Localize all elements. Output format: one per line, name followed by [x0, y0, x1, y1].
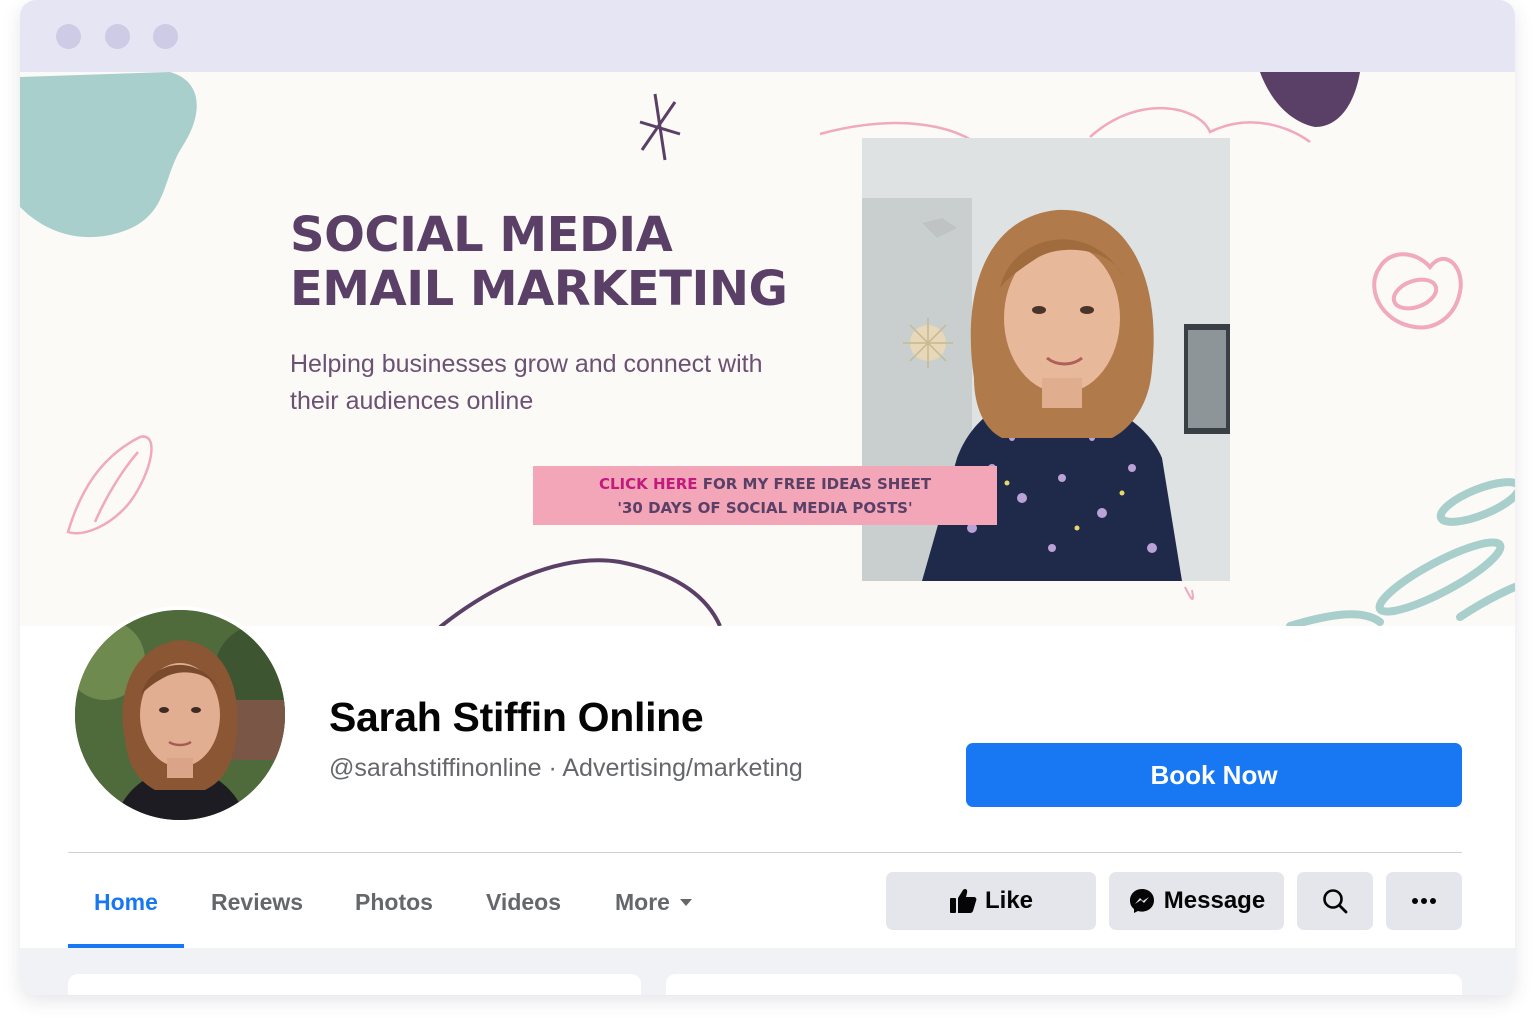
like-button[interactable]: Like: [886, 872, 1096, 930]
search-icon: [1323, 889, 1348, 914]
cta-banner[interactable]: CLICK HERE FOR MY FREE IDEAS SHEET '30 D…: [533, 466, 997, 525]
browser-window: SOCIAL MEDIA EMAIL MARKETING Helping bus…: [20, 0, 1515, 995]
profile-header: Sarah Stiffin Online @sarahstiffinonline…: [20, 606, 1515, 948]
tab-reviews-label: Reviews: [211, 889, 304, 915]
tab-videos-label: Videos: [486, 889, 561, 915]
avatar[interactable]: [71, 606, 289, 824]
message-button[interactable]: Message: [1109, 872, 1284, 930]
tab-videos[interactable]: Videos: [486, 853, 561, 948]
more-options-button[interactable]: [1386, 872, 1462, 930]
window-titlebar: [20, 0, 1515, 72]
messenger-icon: [1129, 889, 1154, 913]
tab-photos[interactable]: Photos: [355, 853, 433, 948]
page-title: Sarah Stiffin Online: [329, 694, 704, 740]
avatar-illustration: [75, 610, 285, 820]
book-now-button[interactable]: Book Now: [966, 743, 1462, 807]
cover-headline-line1: SOCIAL MEDIA: [290, 207, 673, 263]
teal-blob-shape: [20, 72, 197, 238]
message-label: Message: [1163, 887, 1266, 914]
tab-reviews[interactable]: Reviews: [211, 853, 303, 948]
cover-headline: SOCIAL MEDIA EMAIL MARKETING: [290, 207, 788, 317]
tab-photos-label: Photos: [355, 889, 433, 915]
left-card: [68, 974, 641, 995]
window-close-dot[interactable]: [56, 24, 81, 49]
purple-blob-shape: [1260, 72, 1360, 127]
more-dots-icon: [1412, 898, 1436, 904]
tab-more-label: More: [615, 889, 670, 915]
search-button[interactable]: [1297, 872, 1373, 930]
tab-home[interactable]: Home: [68, 853, 184, 948]
teal-doodle-shape: [1286, 478, 1515, 626]
window-maximize-dot[interactable]: [153, 24, 178, 49]
tab-home-label: Home: [94, 889, 158, 915]
chevron-down-icon: [679, 898, 692, 906]
star-doodle: [639, 93, 681, 161]
cover-photo[interactable]: SOCIAL MEDIA EMAIL MARKETING Helping bus…: [20, 72, 1515, 626]
page-username-category: @sarahstiffinonline · Advertising/market…: [329, 754, 803, 782]
window-minimize-dot[interactable]: [105, 24, 130, 49]
like-icon: [949, 889, 977, 913]
cta-line1: FOR MY FREE IDEAS SHEET: [697, 475, 932, 493]
tab-more[interactable]: More: [615, 853, 692, 948]
cta-line2: '30 DAYS OF SOCIAL MEDIA POSTS': [617, 499, 913, 517]
cta-highlight: CLICK HERE: [598, 475, 698, 493]
cover-subtitle: Helping businesses grow and connect with…: [290, 350, 763, 415]
right-card: [666, 974, 1462, 995]
like-label: Like: [984, 887, 1034, 914]
cover-headline-line2: EMAIL MARKETING: [290, 261, 788, 317]
